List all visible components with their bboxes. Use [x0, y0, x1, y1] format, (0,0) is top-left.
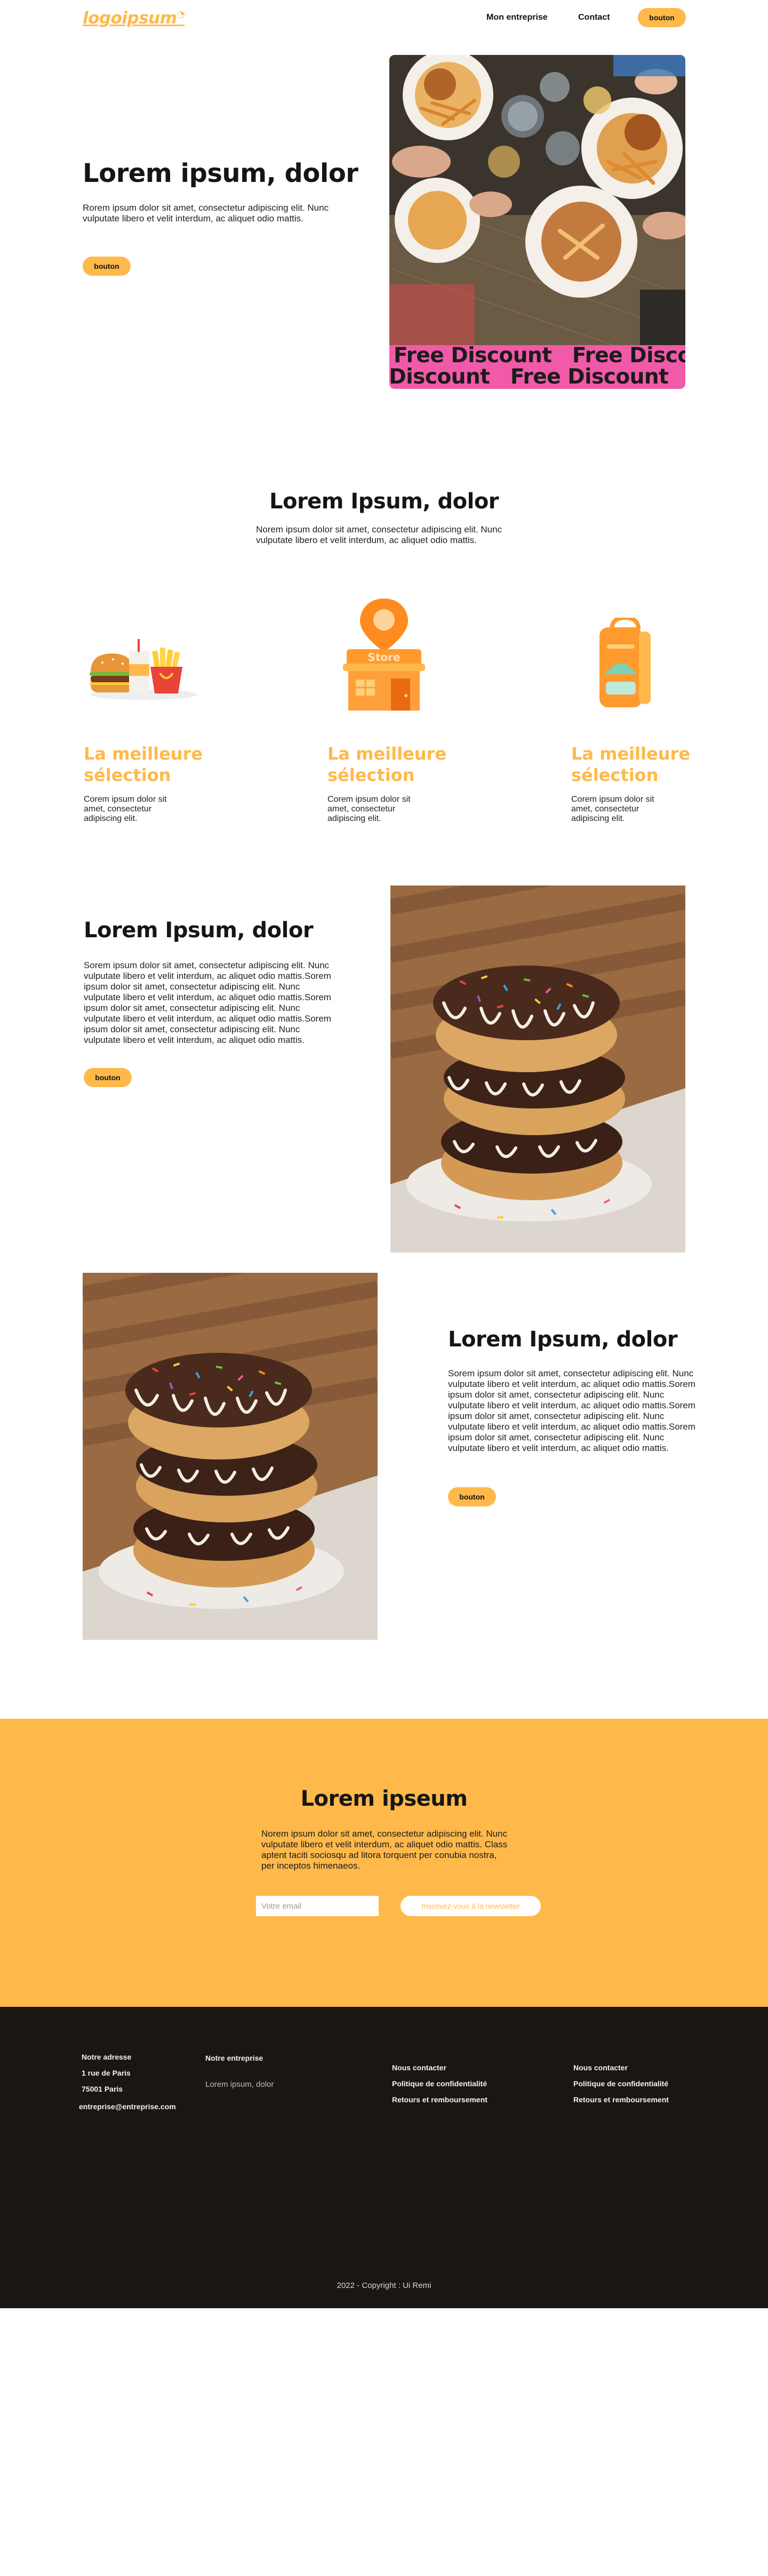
block2-title: Lorem Ipsum, dolor	[448, 1327, 678, 1352]
block1-text: Sorem ipsum dolor sit amet, consectetur …	[84, 960, 331, 1045]
block2-text: Sorem ipsum dolor sit amet, consectetur …	[448, 1368, 695, 1453]
header-cta-button[interactable]: bouton	[638, 8, 686, 27]
newsletter-email-input[interactable]	[256, 1896, 379, 1916]
hero-title: Lorem ipsum, dolor	[83, 158, 358, 188]
feature-text-3: Corem ipsum dolor sit amet, consectetur …	[571, 795, 654, 823]
newsletter-title: Lorem ipseum	[300, 1787, 468, 1811]
nav-link-mon-entreprise[interactable]: Mon entreprise	[486, 12, 548, 23]
logo-mark-icon: ◔	[177, 9, 185, 20]
footer-contact-link-2[interactable]: Nous contacter	[573, 2063, 628, 2072]
store-sign-text: Store	[367, 651, 400, 664]
delivery-bag-icon	[593, 615, 657, 711]
footer-address-street: 1 rue de Paris	[82, 2069, 131, 2077]
banner-text: Free Discount	[389, 365, 490, 389]
footer-returns-link[interactable]: Retours et remboursement	[392, 2095, 487, 2104]
food-table-illustration	[389, 55, 685, 345]
hero-food-image	[389, 55, 685, 345]
footer-contact-link[interactable]: Nous contacter	[392, 2063, 446, 2072]
store-icon: Store	[339, 599, 429, 713]
donut-stack-image-2	[83, 1273, 378, 1640]
feature-title-1: La meilleure sélection	[84, 744, 203, 785]
footer-privacy-link[interactable]: Politique de confidentialité	[392, 2079, 487, 2088]
banner-text: Free Discount	[394, 345, 552, 368]
footer-email-link[interactable]: entreprise@entreprise.com	[79, 2102, 176, 2111]
feature-text-2: Corem ipsum dolor sit amet, consectetur …	[327, 795, 411, 823]
logo-text: logoipsum	[83, 9, 177, 28]
block1-button[interactable]: bouton	[84, 1068, 132, 1087]
intro-text: Norem ipsum dolor sit amet, consectetur …	[256, 524, 502, 545]
newsletter-subscribe-button[interactable]: Inscrivez-vous à la newsletter	[401, 1896, 541, 1916]
banner-text: Free Discount	[572, 345, 685, 368]
footer-address-title: Notre adresse	[82, 2053, 132, 2061]
banner-line-1: Free Discount Free Discount Free Discoun…	[394, 345, 685, 366]
burger-combo-icon	[85, 635, 203, 701]
newsletter-text: Norem ipsum dolor sit amet, consectetur …	[261, 1829, 508, 1871]
block2-button[interactable]: bouton	[448, 1487, 496, 1506]
footer-returns-link-2[interactable]: Retours et remboursement	[573, 2095, 669, 2104]
intro-title: Lorem Ipsum, dolor	[269, 489, 499, 514]
footer-company-title: Notre entreprise	[205, 2054, 263, 2062]
feature-text-1: Corem ipsum dolor sit amet, consectetur …	[84, 795, 167, 823]
donut-stack-image-1	[390, 886, 685, 1253]
hero-text: Rorem ipsum dolor sit amet, consectetur …	[83, 203, 329, 224]
block1-title: Lorem Ipsum, dolor	[84, 918, 314, 943]
hero-button[interactable]: bouton	[83, 257, 131, 276]
footer-company-text: Lorem ipsum, dolor	[205, 2080, 274, 2089]
feature-title-3: La meilleure sélection	[571, 744, 691, 785]
logo[interactable]: logoipsum◔	[83, 6, 185, 30]
footer-privacy-link-2[interactable]: Politique de confidentialité	[573, 2079, 668, 2088]
discount-banner: Free Discount Free Discount Free Discoun…	[389, 345, 685, 389]
banner-line-2: Free Discount Free Discount Free Discoun…	[389, 366, 685, 388]
footer-copyright: 2022 - Copyright : Ui Remi	[337, 2281, 431, 2290]
footer-address-city: 75001 Paris	[82, 2085, 123, 2093]
banner-text: Free Discount	[510, 365, 669, 389]
feature-title-2: La meilleure sélection	[327, 744, 447, 785]
nav-link-contact[interactable]: Contact	[578, 12, 610, 23]
